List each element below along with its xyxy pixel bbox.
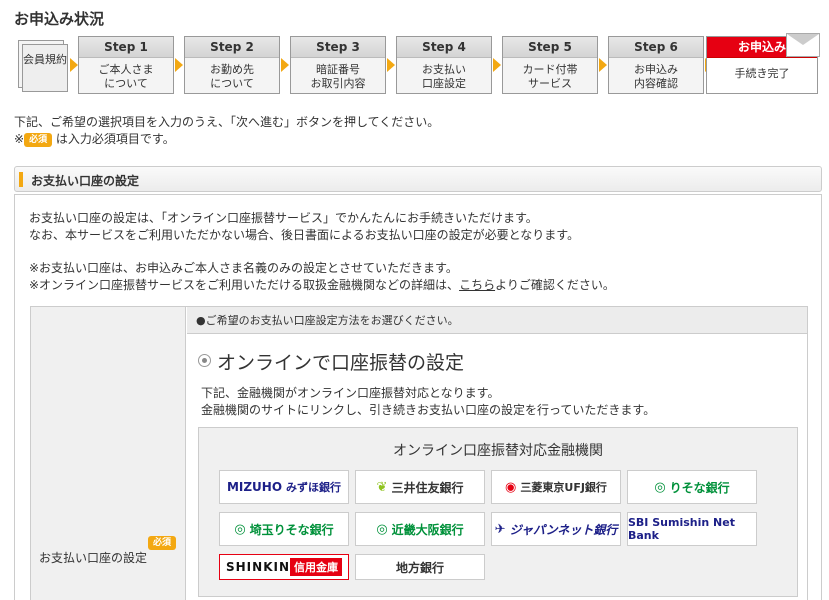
required-badge: 必須 bbox=[24, 133, 53, 147]
step-6-text-2: 内容確認 bbox=[634, 77, 678, 90]
step-arrow-icon bbox=[387, 58, 395, 72]
bank-saitama-label: 埼玉りそな銀行 bbox=[249, 522, 334, 537]
select-prompt: ●ご希望のお支払い口座設定方法をお選びください。 bbox=[187, 307, 807, 334]
step-3-head: Step 3 bbox=[291, 37, 385, 58]
section-body: お支払い口座の設定は、「オンライン口座振替サービス」でかんたんにお手続きいただけ… bbox=[14, 194, 822, 600]
bank-saitama-resona[interactable]: ◎ 埼玉りそな銀行 bbox=[219, 512, 349, 546]
step-3: Step 3 暗証番号 お取引内容 bbox=[290, 36, 386, 94]
step-4-head: Step 4 bbox=[397, 37, 491, 58]
intro-line-2: は入力必須項目です。 bbox=[55, 132, 175, 146]
bank-kinki-label: 近畿大阪銀行 bbox=[391, 522, 464, 537]
step-arrow-icon bbox=[493, 58, 501, 72]
step-3-text-2: お取引内容 bbox=[310, 77, 366, 90]
step-member-label: 会員規約 bbox=[23, 53, 67, 66]
payment-form-table: 必須 お支払い口座の設定 ●ご希望のお支払い口座設定方法をお選びください。 オン… bbox=[30, 306, 808, 600]
section-description: お支払い口座の設定は、「オンライン口座振替サービス」でかんたんにお手続きいただけ… bbox=[29, 210, 615, 294]
details-link[interactable]: こちら bbox=[459, 278, 495, 292]
japannet-logo-icon: ✈ bbox=[494, 521, 506, 537]
bank-smbc[interactable]: ❦ 三井住友銀行 bbox=[355, 470, 485, 504]
step-5-text-1: カード付帯 bbox=[522, 63, 578, 76]
step-complete: お申込み 手続き完了 bbox=[706, 33, 820, 94]
bank-shinkin-label: 信用金庫 bbox=[290, 558, 342, 576]
bank-regional[interactable]: 地方銀行 bbox=[355, 554, 485, 580]
bank-smbc-label: 三井住友銀行 bbox=[391, 480, 464, 495]
bank-japannet[interactable]: ✈ ジャパンネット銀行 bbox=[491, 512, 621, 546]
step-3-text-1: 暗証番号 bbox=[316, 63, 360, 76]
mizuho-logo: MIZUHO bbox=[226, 480, 283, 494]
resona-logo-icon: ◎ bbox=[234, 521, 246, 537]
desc-line-1: お支払い口座の設定は、「オンライン口座振替サービス」でかんたんにお手続きいただけ… bbox=[29, 211, 538, 225]
smbc-leaf-icon: ❦ bbox=[376, 479, 388, 495]
bank-shinkin[interactable]: SHINKIN 信用金庫 bbox=[219, 554, 349, 580]
form-label: お支払い口座の設定 bbox=[39, 551, 148, 565]
section-title: お支払い口座の設定 bbox=[31, 174, 140, 188]
radio-button[interactable] bbox=[198, 354, 211, 367]
step-arrow-icon bbox=[70, 58, 78, 72]
step-6-text-1: お申込み bbox=[634, 63, 678, 76]
intro-text: 下記、ご希望の選択項目を入力のうえ、「次へ進む」ボタンを押してください。 ※ 必須… bbox=[14, 114, 439, 148]
bank-mizuho-label: みずほ銀行 bbox=[286, 481, 342, 494]
form-label-cell: 必須 お支払い口座の設定 bbox=[31, 307, 186, 600]
note-line-2-post: よりご確認ください。 bbox=[495, 278, 615, 292]
step-2-head: Step 2 bbox=[185, 37, 279, 58]
bank-kinki-osaka[interactable]: ◎ 近畿大阪銀行 bbox=[355, 512, 485, 546]
bank-sbi-sumishin[interactable]: SBI Sumishin Net Bank bbox=[627, 512, 757, 546]
step-2-text-1: お勤め先 bbox=[210, 63, 254, 76]
step-complete-text: 手続き完了 bbox=[734, 67, 790, 80]
step-1-head: Step 1 bbox=[79, 37, 173, 58]
note-line-2-pre: ※オンライン口座振替サービスをご利用いただける取扱金融機関などの詳細は、 bbox=[29, 278, 460, 292]
required-badge: 必須 bbox=[148, 536, 177, 550]
bank-mufg[interactable]: ◉ 三菱東京UFJ銀行 bbox=[491, 470, 621, 504]
step-2: Step 2 お勤め先 について bbox=[184, 36, 280, 94]
option-description: 下記、金融機関がオンライン口座振替対応となります。 金融機関のサイトにリンクし、… bbox=[201, 385, 655, 419]
option-desc-line-1: 下記、金融機関がオンライン口座振替対応となります。 bbox=[201, 386, 500, 400]
step-arrow-icon bbox=[281, 58, 289, 72]
section-header: お支払い口座の設定 bbox=[14, 166, 822, 192]
note-line-1: ※お支払い口座は、お申込みご本人さま名義のみの設定とさせていただきます。 bbox=[29, 261, 458, 275]
step-5-text-2: サービス bbox=[528, 77, 572, 90]
step-5: Step 5 カード付帯 サービス bbox=[502, 36, 598, 94]
option-label[interactable]: オンラインで口座振替の設定 bbox=[217, 352, 464, 374]
form-input-cell: ●ご希望のお支払い口座設定方法をお選びください。 オンラインで口座振替の設定 下… bbox=[187, 307, 807, 600]
step-1-text-2: について bbox=[104, 77, 148, 90]
bank-resona-label: りそな銀行 bbox=[669, 480, 730, 495]
step-6: Step 6 お申込み 内容確認 bbox=[608, 36, 704, 94]
bank-list-box: オンライン口座振替対応金融機関 MIZUHO みずほ銀行 ❦ 三井住友銀行 ◉ 三菱東… bbox=[198, 427, 798, 597]
bank-resona[interactable]: ◎ りそな銀行 bbox=[627, 470, 757, 504]
bank-regional-label: 地方銀行 bbox=[395, 560, 444, 575]
intro-mark: ※ bbox=[14, 132, 25, 146]
shinkin-logo: SHINKIN bbox=[226, 560, 290, 574]
intro-line-1: 下記、ご希望の選択項目を入力のうえ、「次へ進む」ボタンを押してください。 bbox=[14, 115, 440, 129]
option-desc-line-2: 金融機関のサイトにリンクし、引き続きお支払い口座の設定を行っていただきます。 bbox=[201, 403, 656, 417]
desc-line-2: なお、本サービスをご利用いただかない場合、後日書面によるお支払い口座の設定が必要… bbox=[29, 228, 580, 242]
step-6-head: Step 6 bbox=[609, 37, 703, 58]
step-1: Step 1 ご本人さま について bbox=[78, 36, 174, 94]
resona-logo-icon: ◎ bbox=[654, 479, 666, 495]
bank-sbi-label: SBI Sumishin Net Bank bbox=[628, 516, 735, 542]
bank-mufg-label: 三菱東京UFJ銀行 bbox=[520, 481, 607, 494]
resona-logo-icon: ◎ bbox=[376, 521, 388, 537]
bank-list-title: オンライン口座振替対応金融機関 bbox=[393, 443, 603, 459]
mufg-logo-icon: ◉ bbox=[505, 479, 517, 495]
step-2-text-2: について bbox=[210, 77, 254, 90]
page-title: お申込み状況 bbox=[14, 10, 105, 28]
step-arrow-icon bbox=[599, 58, 607, 72]
bank-japannet-label: ジャパンネット銀行 bbox=[509, 522, 618, 537]
section-accent-bar bbox=[19, 172, 23, 187]
step-4-text-2: 口座設定 bbox=[422, 77, 466, 90]
step-5-head: Step 5 bbox=[503, 37, 597, 58]
step-member-terms: 会員規約 bbox=[22, 44, 68, 92]
step-4-text-1: お支払い bbox=[422, 63, 466, 76]
envelope-icon bbox=[786, 33, 820, 57]
step-arrow-icon bbox=[175, 58, 183, 72]
progress-stepper: 会員規約 Step 1 ご本人さま について Step 2 お勤め先 について St… bbox=[14, 33, 820, 96]
option-online-transfer[interactable]: オンラインで口座振替の設定 bbox=[198, 348, 464, 375]
step-4: Step 4 お支払い 口座設定 bbox=[396, 36, 492, 94]
step-1-text-1: ご本人さま bbox=[98, 63, 154, 76]
bank-mizuho[interactable]: MIZUHO みずほ銀行 bbox=[219, 470, 349, 504]
